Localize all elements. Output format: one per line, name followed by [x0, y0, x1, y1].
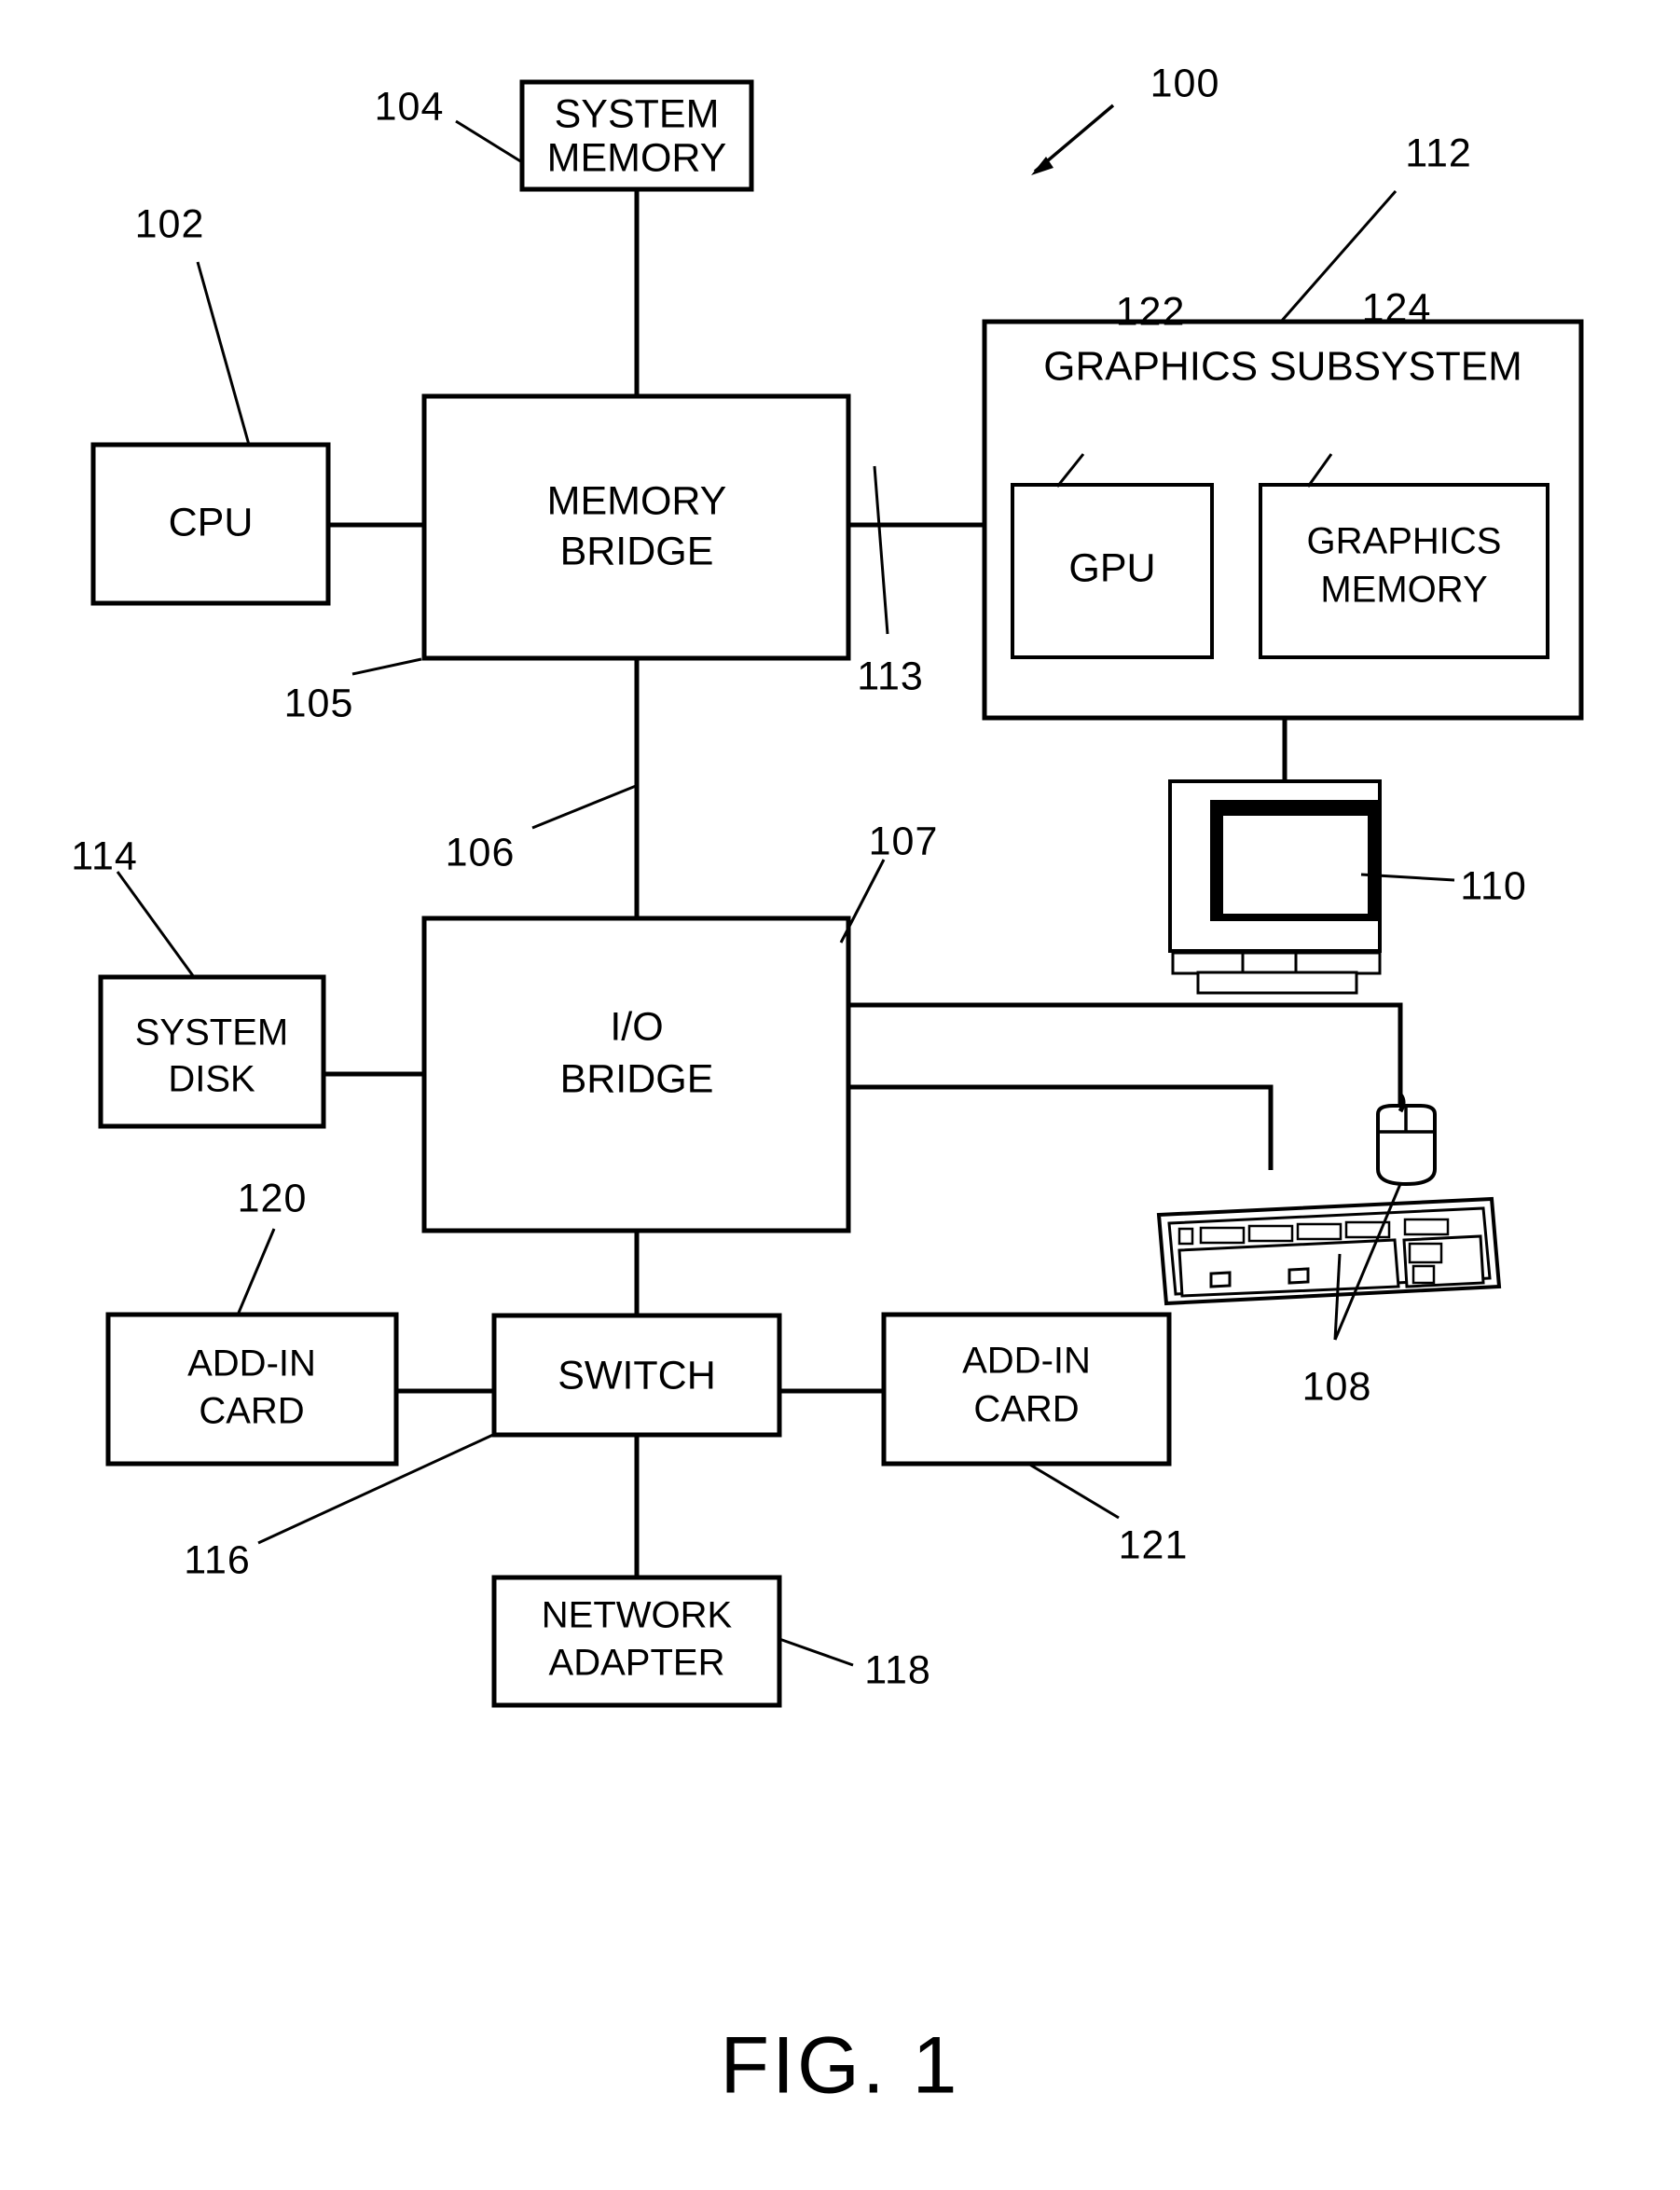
- display-device-icon: [1168, 779, 1382, 995]
- display-control-strip: [1171, 951, 1382, 975]
- system-memory-label-line1: SYSTEM: [555, 91, 720, 136]
- ref-114: 114: [71, 833, 138, 878]
- keyboard-key-fgroup-2: [1247, 1224, 1294, 1243]
- system-block-diagram: SYSTEM MEMORY CPU MEMORY BRIDGE GRAPHICS…: [71, 61, 1584, 2111]
- ref-110: 110: [1460, 863, 1527, 908]
- system-disk-label-line1: SYSTEM: [135, 1012, 288, 1054]
- add-in-card-right-label-line1: ADD-IN: [962, 1341, 1091, 1382]
- ref-112: 112: [1405, 131, 1472, 175]
- gpu-label: GPU: [1068, 545, 1155, 590]
- graphics-memory-label-line1: GRAPHICS: [1307, 521, 1502, 562]
- leader-105: [351, 657, 422, 676]
- switch-label: SWITCH: [558, 1353, 716, 1398]
- leader-104: [455, 119, 523, 164]
- add-in-card-left-label-line2: CARD: [199, 1391, 304, 1432]
- leader-102: [196, 261, 251, 446]
- ref-107: 107: [869, 819, 939, 863]
- network-adapter-label-line2: ADAPTER: [549, 1643, 725, 1684]
- leader-113: [873, 465, 889, 635]
- memory-bridge-box: [421, 393, 851, 661]
- system-memory-label-line2: MEMORY: [547, 135, 727, 180]
- block-cpu: CPU: [90, 442, 331, 606]
- add-in-card-left-label-line1: ADD-IN: [187, 1343, 316, 1384]
- block-io-bridge: I/O BRIDGE: [421, 916, 851, 1233]
- cpu-label: CPU: [169, 500, 254, 544]
- figure-caption: FIG. 1: [721, 2021, 960, 2111]
- ref-120: 120: [238, 1176, 308, 1220]
- keyboard-spacebar-notch-right: [1288, 1267, 1310, 1285]
- block-graphics-subsystem: GRAPHICS SUBSYSTEM GPU GRAPHICS MEMORY: [982, 319, 1584, 721]
- wire-io-bridge-to-mouse: [848, 1002, 1403, 1111]
- ref-100: 100: [1150, 61, 1220, 105]
- ref-102: 102: [135, 201, 205, 246]
- io-bridge-label-line1: I/O: [610, 1004, 663, 1049]
- block-network-adapter: NETWORK ADAPTER: [491, 1575, 782, 1708]
- memory-bridge-label-line1: MEMORY: [547, 478, 727, 523]
- ref-116: 116: [184, 1537, 251, 1582]
- graphics-memory-label-line2: MEMORY: [1320, 570, 1487, 611]
- keyboard-key-fgroup-5: [1403, 1218, 1450, 1236]
- keyboard-key-esc: [1177, 1227, 1194, 1246]
- ref-113: 113: [857, 654, 924, 698]
- wire-io-bridge-to-keyboard: [848, 1084, 1274, 1170]
- ref-108: 108: [1302, 1364, 1372, 1409]
- leader-107: [839, 859, 886, 943]
- graphics-subsystem-title: GRAPHICS SUBSYSTEM: [1043, 344, 1522, 390]
- ref-122: 122: [1116, 289, 1186, 334]
- add-in-card-left-box: [105, 1312, 399, 1467]
- patent-figure-page: SYSTEM MEMORY CPU MEMORY BRIDGE GRAPHICS…: [0, 0, 1680, 2190]
- ref-124: 124: [1362, 285, 1432, 330]
- ref-118: 118: [864, 1647, 931, 1692]
- leader-121: [1027, 1462, 1120, 1520]
- io-bridge-label-line2: BRIDGE: [560, 1056, 714, 1101]
- ref-106-upper: 106: [446, 830, 516, 875]
- memory-bridge-label-line2: BRIDGE: [560, 529, 714, 573]
- block-add-in-card-right: ADD-IN CARD: [881, 1312, 1172, 1467]
- ref-104: 104: [375, 84, 445, 129]
- network-adapter-label-line1: NETWORK: [542, 1595, 733, 1636]
- keyboard-key-nav-1: [1408, 1242, 1443, 1264]
- leader-106-upper: [531, 784, 637, 830]
- add-in-card-right-label-line2: CARD: [973, 1389, 1079, 1430]
- keyboard-key-fgroup-1: [1199, 1226, 1246, 1245]
- display-screen: [1223, 816, 1368, 914]
- keyboard-key-nav-2: [1411, 1264, 1436, 1285]
- keyboard-icon: [1156, 1196, 1502, 1306]
- keyboard-spacebar-notch-left: [1209, 1271, 1232, 1288]
- ref-121: 121: [1119, 1522, 1189, 1567]
- system-disk-label-line2: DISK: [168, 1059, 255, 1100]
- mouse-icon: [1376, 1093, 1437, 1187]
- block-add-in-card-left: ADD-IN CARD: [105, 1312, 399, 1467]
- block-switch: SWITCH: [491, 1313, 782, 1438]
- block-system-disk: SYSTEM DISK: [98, 974, 326, 1129]
- ref-105: 105: [284, 681, 354, 725]
- block-memory-bridge: MEMORY BRIDGE: [421, 393, 851, 661]
- leader-118: [778, 1637, 854, 1667]
- keyboard-key-fgroup-3: [1296, 1222, 1343, 1241]
- block-system-memory: SYSTEM MEMORY: [519, 79, 754, 192]
- leader-114: [116, 871, 196, 978]
- display-stand: [1196, 971, 1358, 995]
- leader-120: [237, 1228, 276, 1314]
